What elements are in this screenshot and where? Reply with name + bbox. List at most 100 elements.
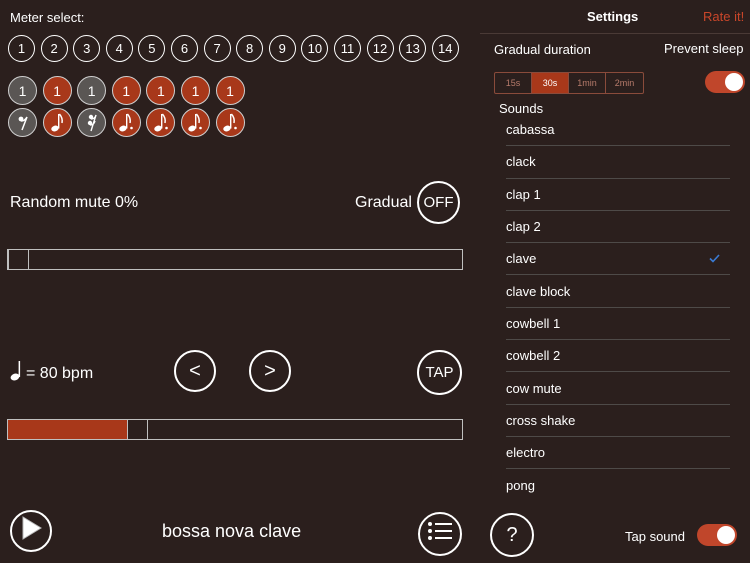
rate-it-link[interactable]: Rate it! <box>703 9 744 24</box>
sound-item-cowbell-2[interactable]: cowbell 2 <box>506 340 730 373</box>
tempo-slider-fill <box>8 420 128 439</box>
sound-item-cross-shake[interactable]: cross shake <box>506 405 730 437</box>
beat-subdivision-row <box>8 108 245 137</box>
sound-item-cow-mute[interactable]: cow mute <box>506 372 730 405</box>
dotted-eighth-note-icon <box>118 112 134 133</box>
meter-selector: 1 2 3 4 5 6 7 8 9 10 11 12 13 14 <box>8 35 459 62</box>
meter-option-7[interactable]: 7 <box>203 35 231 62</box>
sound-item-label: cowbell 2 <box>506 348 561 364</box>
meter-option-3[interactable]: 3 <box>73 35 101 62</box>
sound-item-cabassa[interactable]: cabassa <box>506 114 730 147</box>
play-icon <box>19 515 43 547</box>
random-mute-label: Random mute 0% <box>10 194 139 211</box>
beat-accent-row: 1111111 <box>8 76 245 105</box>
sound-item-label: clack <box>506 154 536 170</box>
duration-option-2min[interactable]: 2min <box>606 73 643 93</box>
dotted-eighth-note-icon <box>153 112 169 133</box>
gradual-duration-label: Gradual duration <box>494 42 591 57</box>
sound-item-clap-2[interactable]: clap 2 <box>506 211 730 244</box>
tempo-slider[interactable] <box>7 418 463 440</box>
tempo-display: = 80 bpm <box>10 360 93 387</box>
sound-item-label: cow mute <box>506 380 562 396</box>
beat-subdivision-4[interactable] <box>111 108 141 137</box>
random-mute-slider-thumb[interactable] <box>8 248 29 270</box>
eighth-note-icon <box>50 112 64 133</box>
sound-item-cowbell-1[interactable]: cowbell 1 <box>506 308 730 341</box>
beat-accent-7[interactable]: 1 <box>215 76 245 105</box>
meter-option-9[interactable]: 9 <box>268 35 296 62</box>
tap-tempo-button[interactable]: TAP <box>417 350 462 395</box>
switch-knob <box>725 73 743 91</box>
beat-subdivision-1[interactable] <box>8 108 37 137</box>
beat-accent-4[interactable]: 1 <box>111 76 141 105</box>
sound-list: cabassa clack clap 1 clap 2 clave clave block… <box>506 114 730 502</box>
meter-option-5[interactable]: 5 <box>138 35 166 62</box>
random-mute-slider[interactable] <box>7 248 463 270</box>
beat-accent-3[interactable]: 1 <box>77 76 107 105</box>
sound-item-label: cabassa <box>506 122 555 138</box>
sixteenth-rest-icon <box>86 113 98 133</box>
duration-option-1min[interactable]: 1min <box>569 73 606 93</box>
sound-item-label: clap 1 <box>506 186 541 202</box>
switch-knob <box>717 526 735 544</box>
sound-item-pong[interactable]: pong <box>506 469 730 501</box>
meter-option-14[interactable]: 14 <box>431 35 459 62</box>
beat-accent-1[interactable]: 1 <box>8 76 37 105</box>
rhythm-name: bossa nova clave <box>162 521 302 541</box>
quarter-note-icon <box>10 360 22 387</box>
meter-option-6[interactable]: 6 <box>170 35 198 62</box>
help-button[interactable]: ? <box>490 513 534 557</box>
sound-item-clap-1[interactable]: clap 1 <box>506 179 730 211</box>
sound-item-clave[interactable]: clave <box>506 243 730 276</box>
duration-option-30s[interactable]: 30s <box>532 73 569 93</box>
beat-subdivision-5[interactable] <box>146 108 176 137</box>
sound-item-label: clave <box>506 251 537 267</box>
meter-option-2[interactable]: 2 <box>40 35 68 62</box>
beat-subdivision-6[interactable] <box>180 108 210 137</box>
sound-item-clave-block[interactable]: clave block <box>506 275 730 308</box>
beat-subdivision-3[interactable] <box>77 108 107 137</box>
dotted-eighth-note-icon <box>222 112 238 133</box>
prevent-sleep-label: Prevent sleep <box>664 41 744 56</box>
sound-item-label: clave block <box>506 283 571 299</box>
list-icon <box>427 521 453 547</box>
meter-option-1[interactable]: 1 <box>8 35 35 62</box>
tempo-slider-thumb[interactable] <box>127 418 149 440</box>
meter-option-13[interactable]: 13 <box>399 35 427 62</box>
settings-divider <box>480 33 750 34</box>
meter-option-8[interactable]: 8 <box>236 35 264 62</box>
sound-item-label: cowbell 1 <box>506 315 561 331</box>
sound-item-label: cross shake <box>506 412 576 428</box>
sound-item-label: pong <box>506 477 535 493</box>
beat-accent-2[interactable]: 1 <box>42 76 72 105</box>
tempo-decrease-button[interactable]: < <box>174 350 216 392</box>
gradual-label: Gradual <box>355 194 412 211</box>
sound-item-label: clap 2 <box>506 219 541 235</box>
duration-option-15s[interactable]: 15s <box>495 73 532 93</box>
beat-accent-6[interactable]: 1 <box>180 76 210 105</box>
gradual-duration-selector: 15s 30s 1min 2min <box>494 72 644 94</box>
meter-option-11[interactable]: 11 <box>333 35 361 62</box>
sound-item-clack[interactable]: clack <box>506 146 730 179</box>
tap-sound-switch[interactable] <box>697 524 737 546</box>
meter-option-10[interactable]: 10 <box>301 35 329 62</box>
settings-title: Settings <box>587 9 639 24</box>
rhythm-list-button[interactable] <box>418 512 462 556</box>
eighth-rest-icon <box>17 114 29 132</box>
beat-subdivision-2[interactable] <box>42 108 72 137</box>
beat-subdivision-7[interactable] <box>215 108 245 137</box>
tempo-label: = 80 bpm <box>26 364 94 382</box>
meter-option-4[interactable]: 4 <box>105 35 133 62</box>
prevent-sleep-switch[interactable] <box>705 71 745 93</box>
tempo-increase-button[interactable]: > <box>249 350 291 392</box>
dotted-eighth-note-icon <box>187 112 203 133</box>
gradual-toggle-button[interactable]: OFF <box>417 181 460 224</box>
tap-sound-label: Tap sound <box>625 529 685 544</box>
meter-select-label: Meter select: <box>10 10 85 25</box>
meter-option-12[interactable]: 12 <box>366 35 394 62</box>
sound-item-label: electro <box>506 445 546 461</box>
play-button[interactable] <box>10 510 52 552</box>
checkmark-icon <box>709 251 720 266</box>
sound-item-electro[interactable]: electro <box>506 437 730 470</box>
beat-accent-5[interactable]: 1 <box>146 76 176 105</box>
